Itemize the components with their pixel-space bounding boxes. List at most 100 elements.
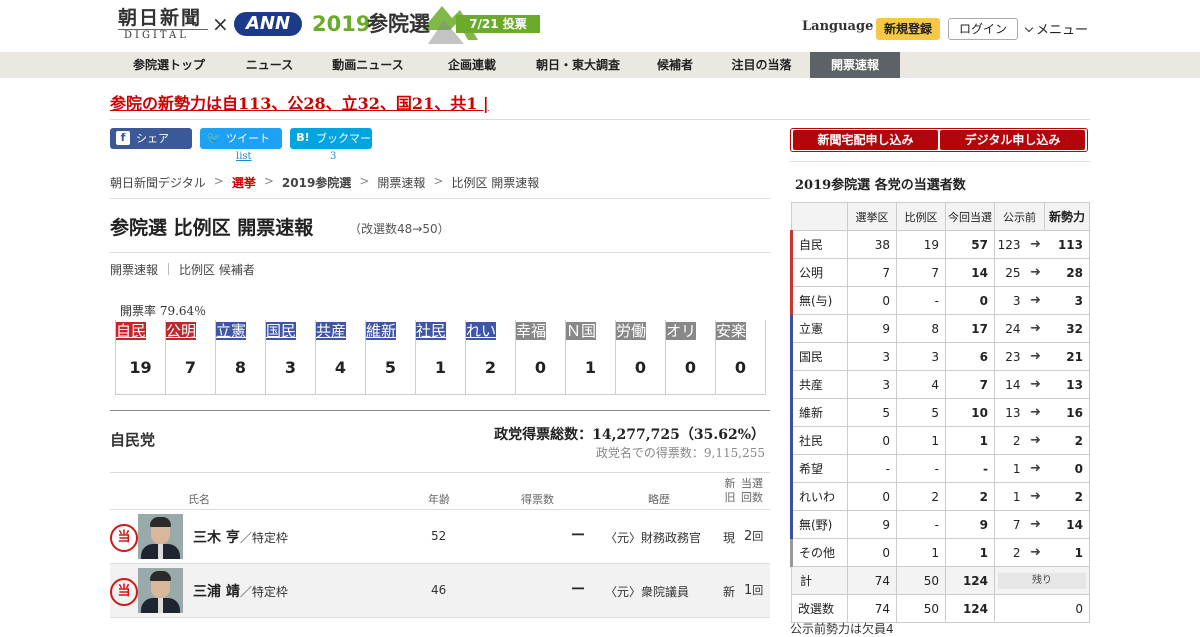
- seat-row-party: 国民: [790, 342, 848, 371]
- nav-item[interactable]: 朝日・東大調査: [519, 52, 637, 78]
- twitter-share-button[interactable]: 🐦 ツイート: [200, 128, 282, 149]
- vote-date-badge: 7/21 投票: [456, 15, 540, 33]
- hatena-count: 3: [330, 151, 337, 162]
- tally-party-link[interactable]: 自民: [116, 322, 147, 340]
- tally-party-link[interactable]: 幸福: [516, 322, 547, 340]
- election-year: 2019: [312, 12, 371, 36]
- candidate-status: 新: [723, 585, 736, 599]
- nav-item[interactable]: 注目の当落: [713, 52, 810, 78]
- tally-party-link[interactable]: Ｎ国: [566, 322, 597, 340]
- main-nav: 参院選トップ ニュース 動画ニュース 企画連載 朝日・東大調査 候補者 注目の当落 開票速報: [0, 52, 1200, 78]
- tally-party-link[interactable]: 安楽: [716, 322, 747, 340]
- nav-item[interactable]: 候補者: [637, 52, 713, 78]
- seat-row-won: 2: [945, 482, 995, 511]
- breadcrumb-item-election[interactable]: 選挙: [232, 174, 256, 191]
- language-link[interactable]: Language: [802, 19, 873, 34]
- seat-row-after: 14: [1044, 510, 1090, 539]
- column-header-votes: 得票数: [521, 493, 554, 506]
- seat-row-party: 共産: [790, 370, 848, 399]
- breadcrumb-separator: >: [263, 174, 274, 188]
- subnav-candidates[interactable]: 比例区 候補者: [179, 261, 255, 278]
- seat-row-pr: 1: [896, 426, 946, 455]
- nav-item[interactable]: 参院選トップ: [110, 52, 228, 78]
- page-title: 参院選 比例区 開票速報: [110, 217, 314, 239]
- divider: [790, 161, 1090, 162]
- elected-badge-icon: 当: [110, 578, 138, 606]
- seat-row-before: 2: [994, 426, 1027, 455]
- nav-item[interactable]: 動画ニュース: [311, 52, 425, 78]
- facebook-icon: f: [116, 131, 130, 145]
- column-header-before: 公示前: [994, 202, 1045, 231]
- seat-row-pr: 8: [896, 314, 946, 343]
- seat-row-before: 24: [994, 314, 1027, 343]
- ann-logo[interactable]: ANN: [234, 12, 302, 36]
- hatena-bookmark-button[interactable]: B! ブックマーク: [290, 128, 372, 166]
- tally-party-link[interactable]: 立憲: [216, 322, 247, 340]
- seat-row: 無(与) 0-0 3 ➜ 3: [790, 286, 1090, 315]
- nav-item[interactable]: 開票速報: [810, 52, 900, 78]
- candidate-votes: ー: [571, 582, 585, 598]
- subnav-results[interactable]: 開票速報: [110, 261, 158, 278]
- candidate-frame: ／特定枠: [239, 585, 288, 599]
- candidate-name: 三浦 靖: [193, 584, 240, 600]
- candidate-career: 〈元〉財務政務官: [605, 531, 702, 545]
- digital-subscribe-button[interactable]: デジタル申し込み: [940, 130, 1085, 150]
- total-remaining-cell: 残り: [994, 566, 1090, 595]
- tally-column: 維新 5: [366, 320, 416, 395]
- twitter-share-label: ツイート: [226, 132, 270, 145]
- tally-column: 幸福 0: [516, 320, 566, 395]
- tally-party-link[interactable]: オリ: [666, 322, 697, 340]
- logo-sub-text: DIGITAL: [118, 29, 208, 42]
- candidate-votes: ー: [571, 528, 585, 544]
- menu-button[interactable]: メニュー: [1024, 19, 1088, 38]
- remaining-label: 残り: [998, 573, 1086, 589]
- tally-party-link[interactable]: 国民: [266, 322, 297, 340]
- tally-party-link[interactable]: 社民: [416, 322, 447, 340]
- seat-row: 自民 38 19 57 123 ➜ 113: [790, 230, 1090, 259]
- seats-up-label: 改選数: [791, 594, 848, 623]
- tally-party-link[interactable]: 維新: [366, 322, 397, 340]
- seat-row-pr: 2: [896, 482, 946, 511]
- tally-party-link[interactable]: 公明: [166, 322, 197, 340]
- register-button[interactable]: 新規登録: [876, 18, 940, 40]
- seat-row-after: 16: [1044, 398, 1090, 427]
- login-button[interactable]: ログイン: [948, 18, 1018, 40]
- seat-row-district: 0: [847, 426, 897, 455]
- seat-row-after: 3: [1044, 286, 1090, 315]
- seat-row-won: 57: [945, 230, 995, 259]
- seat-row-won: 10: [945, 398, 995, 427]
- tally-seat-count: 0: [716, 342, 765, 395]
- headline-link[interactable]: 参院の新勢力は自113、公28、立32、国21、共1 |: [110, 90, 489, 114]
- seat-row: 社民 0 1 1 2 ➜ 2: [790, 426, 1090, 455]
- tally-seat-count: 0: [666, 342, 715, 395]
- seat-row-district: -: [847, 454, 897, 483]
- newspaper-subscribe-button[interactable]: 新聞宅配申し込み: [793, 130, 938, 150]
- nav-item[interactable]: ニュース: [228, 52, 311, 78]
- tally-party-link[interactable]: れい: [466, 322, 497, 340]
- candidate-name-link[interactable]: 三浦 靖／特定枠: [193, 581, 288, 601]
- breadcrumb-item-2019[interactable]: 2019参院選: [282, 174, 351, 191]
- candidate-row: 当 三浦 靖／特定枠 46 ー 〈元〉衆院議員 新 1回: [110, 564, 770, 618]
- breadcrumb-item-asahi[interactable]: 朝日新聞デジタル: [110, 174, 206, 191]
- arrow-right-icon: ➜: [1026, 454, 1045, 483]
- seat-row-district: 0: [847, 538, 897, 567]
- site-header: 朝日新聞 DIGITAL × ANN 2019 参院選 7/21 投票 Lang…: [0, 0, 1200, 52]
- party-total-votes: 政党得票総数：14,277,725（35.62%）: [494, 427, 765, 443]
- divider: [110, 410, 770, 411]
- tally-party-link[interactable]: 労働: [616, 322, 647, 340]
- seat-row-party: 希望: [790, 454, 848, 483]
- column-header-status: 新旧: [724, 477, 736, 504]
- tally-party-link[interactable]: 共産: [316, 322, 347, 340]
- twitter-count-link[interactable]: list: [236, 151, 252, 162]
- candidate-name-link[interactable]: 三木 亨／特定枠: [193, 527, 288, 547]
- divider: [110, 472, 770, 473]
- seat-row-party: 社民: [790, 426, 848, 455]
- candidate-photo: [138, 514, 183, 559]
- asahi-digital-logo[interactable]: 朝日新聞 DIGITAL: [118, 7, 208, 41]
- facebook-share-button[interactable]: f シェア: [110, 128, 192, 149]
- nav-item[interactable]: 企画連載: [425, 52, 519, 78]
- breadcrumb-item-results[interactable]: 開票速報: [377, 174, 425, 191]
- seat-row-party: 公明: [790, 258, 848, 287]
- total-pr: 50: [896, 566, 946, 595]
- tally-column: 労働 0: [616, 320, 666, 395]
